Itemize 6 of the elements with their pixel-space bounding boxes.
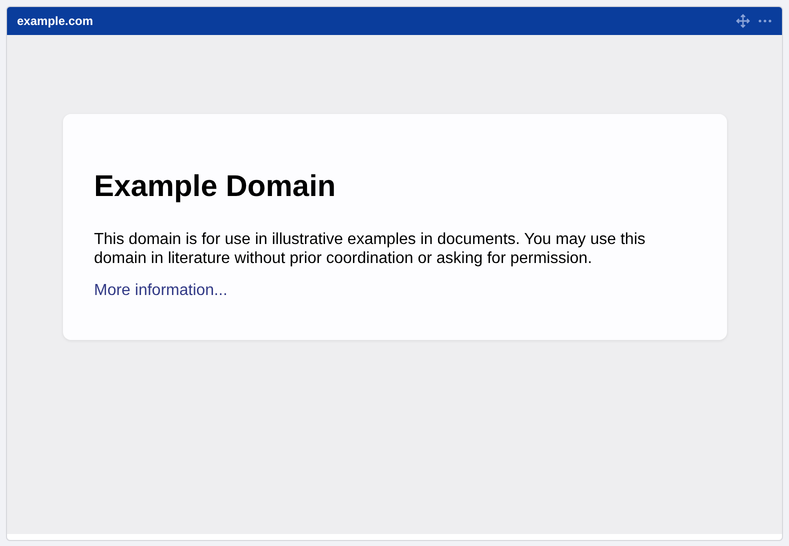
window-title: example.com xyxy=(17,14,94,28)
description-text: This domain is for use in illustrative examples in documents. You may use this domain in literature without prior coordination or asking for permission. xyxy=(94,230,646,268)
more-icon[interactable] xyxy=(758,19,772,23)
move-icon[interactable] xyxy=(736,14,750,28)
page-heading: Example Domain xyxy=(94,170,337,204)
more-information-link[interactable]: More information... xyxy=(94,282,228,299)
